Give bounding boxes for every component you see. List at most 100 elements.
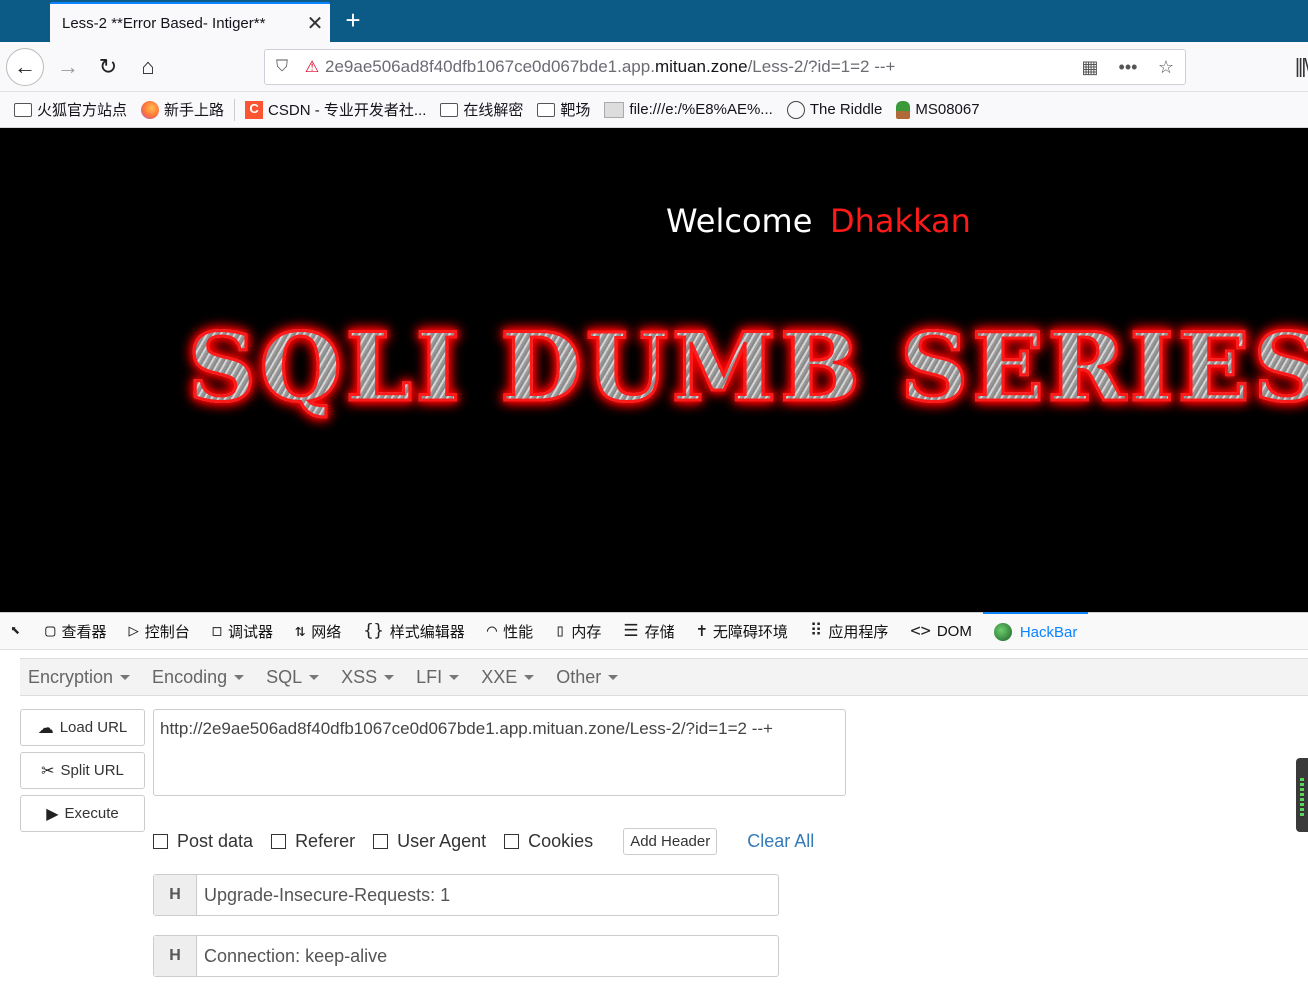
bookmark-item[interactable]: MS08067 — [896, 100, 980, 119]
checkbox-box[interactable] — [271, 834, 287, 849]
tab-console[interactable]: ▷ 控制台 — [118, 612, 201, 650]
tab-network[interactable]: ⇅ 网络 — [284, 612, 352, 650]
url-domain: mituan.zone — [654, 57, 748, 76]
tab-memory[interactable]: ▯ 内存 — [544, 612, 612, 650]
arrow-right-icon: → — [57, 54, 79, 79]
header-label: H — [154, 875, 197, 915]
bookmark-label: 火狐官方站点 — [37, 102, 128, 119]
tab-application[interactable]: ⠿ 应用程序 — [799, 612, 899, 650]
url-text[interactable]: 2e9ae506ad8f40dfb1067ce0d067bde1.app.mit… — [325, 57, 1071, 77]
tab-label: 无障碍环境 — [712, 623, 788, 641]
clear-all-link[interactable]: Clear All — [747, 831, 814, 852]
back-button[interactable]: ← — [6, 48, 44, 86]
play-circle-icon: ▶ — [46, 805, 59, 823]
checkbox-box[interactable] — [373, 834, 389, 849]
insecure-lock-icon[interactable]: ⚠ — [299, 57, 325, 77]
folder-icon — [537, 102, 556, 117]
load-url-button[interactable]: ☁ Load URL — [20, 709, 145, 746]
post-data-checkbox[interactable]: Post data — [153, 831, 253, 852]
bookmark-label: 新手上路 — [164, 102, 225, 119]
tab-label: 性能 — [503, 623, 534, 641]
checkbox-box[interactable] — [504, 834, 520, 849]
side-panel-handle[interactable] — [1296, 758, 1308, 832]
code-icon: <> — [910, 621, 931, 641]
arrow-left-icon: ← — [14, 54, 36, 79]
tab-performance[interactable]: ◠ 性能 — [476, 612, 544, 650]
button-label: Load URL — [59, 719, 128, 736]
bookmark-item[interactable]: 在线解密 — [440, 99, 523, 120]
browser-tab[interactable]: Less-2 **Error Based- Intiger** ✕ — [50, 2, 330, 42]
tab-strip: Less-2 **Error Based- Intiger** ✕ + — [0, 0, 1308, 42]
menu-label: XXE — [481, 666, 518, 687]
header-row[interactable]: H Connection: keep-alive — [153, 935, 779, 977]
caret-down-icon — [449, 674, 460, 680]
menu-xxe[interactable]: XXE — [481, 666, 535, 688]
tab-label: 查看器 — [61, 623, 107, 641]
tab-storage[interactable]: ☰ 存储 — [612, 612, 685, 650]
globe-icon — [786, 100, 805, 119]
close-icon[interactable]: ✕ — [300, 11, 330, 36]
tab-hackbar[interactable]: HackBar — [982, 612, 1089, 650]
more-actions-icon[interactable]: ••• — [1109, 57, 1147, 78]
header-row[interactable]: H Upgrade-Insecure-Requests: 1 — [153, 874, 779, 916]
split-url-button[interactable]: ✂ Split URL — [20, 752, 145, 789]
address-bar[interactable]: ⛉ ⚠ 2e9ae506ad8f40dfb1067ce0d067bde1.app… — [264, 49, 1186, 85]
button-label: Split URL — [60, 762, 124, 779]
braces-icon: {} — [363, 621, 384, 641]
bookmark-item[interactable]: The Riddle — [786, 100, 883, 119]
reload-icon: ↻ — [98, 54, 118, 79]
forward-button[interactable]: → — [50, 49, 86, 85]
accessibility-icon: ✝ — [696, 621, 707, 641]
bookmarks-toolbar: 火狐官方站点 新手上路 C CSDN - 专业开发者社... 在线解密 靶场 fi… — [0, 92, 1308, 128]
menu-lfi[interactable]: LFI — [416, 666, 460, 688]
hackbar-panel: Encryption Encoding SQL XSS LFI XXE Othe… — [0, 650, 1308, 984]
checkbox-box[interactable] — [153, 834, 168, 849]
header-value[interactable]: Upgrade-Insecure-Requests: 1 — [197, 885, 450, 906]
storage-icon: ☰ — [623, 621, 639, 641]
menu-encryption[interactable]: Encryption — [28, 667, 131, 688]
menu-sql[interactable]: SQL — [266, 667, 320, 688]
execute-button[interactable]: ▶ Execute — [20, 795, 145, 832]
hackbar-icon — [993, 623, 1012, 641]
url-textarea[interactable]: http://2e9ae506ad8f40dfb1067ce0d067bde1.… — [153, 709, 846, 796]
new-tab-button[interactable]: + — [340, 6, 366, 36]
tab-style-editor[interactable]: {} 样式编辑器 — [352, 612, 476, 650]
tab-accessibility[interactable]: ✝ 无障碍环境 — [686, 612, 799, 650]
navigation-bar: ← → ↻ ⌂ ⛉ ⚠ 2e9ae506ad8f40dfb1067ce0d067… — [0, 42, 1308, 92]
user-agent-checkbox[interactable]: User Agent — [373, 831, 486, 852]
bookmark-label: The Riddle — [809, 101, 883, 118]
gauge-icon: ◠ — [486, 621, 498, 641]
bookmark-item[interactable]: 新手上路 — [141, 99, 224, 120]
bookmark-item[interactable]: 火狐官方站点 — [14, 99, 127, 120]
tab-inspector[interactable]: ▢ 查看器 — [34, 612, 117, 650]
tab-dom[interactable]: <> DOM — [899, 612, 982, 650]
shield-icon[interactable]: ⛉ — [265, 58, 299, 76]
tab-title: Less-2 **Error Based- Intiger** — [62, 14, 266, 32]
checkbox-label: Referer — [295, 831, 356, 851]
reload-button[interactable]: ↻ — [90, 49, 126, 85]
caret-down-icon — [608, 674, 619, 680]
header-value[interactable]: Connection: keep-alive — [197, 946, 387, 967]
url-prefix: 2e9ae506ad8f40dfb1067ce0d067bde1.app. — [325, 57, 655, 76]
bookmark-item[interactable]: file:///e:/%E8%AE%... — [604, 101, 773, 118]
menu-encoding[interactable]: Encoding — [152, 667, 245, 688]
caret-down-icon — [309, 674, 320, 680]
home-button[interactable]: ⌂ — [130, 49, 166, 85]
bookmark-item[interactable]: C CSDN - 专业开发者社... — [245, 99, 426, 120]
cookies-checkbox[interactable]: Cookies — [504, 831, 593, 852]
menu-xss[interactable]: XSS — [341, 667, 395, 688]
library-icon[interactable]: |||\ — [1295, 56, 1308, 79]
request-options: Post data Referer User Agent Cookies Add… — [153, 828, 814, 855]
menu-label: LFI — [416, 666, 443, 687]
menu-other[interactable]: Other — [556, 667, 619, 688]
star-icon[interactable]: ☆ — [1147, 57, 1185, 78]
element-picker-button[interactable]: ⬉ — [0, 612, 34, 650]
csdn-icon: C — [245, 100, 264, 119]
add-header-button[interactable]: Add Header — [623, 828, 718, 855]
bookmark-item[interactable]: 靶场 — [537, 99, 590, 120]
bookmark-label: file:///e:/%E8%AE%... — [629, 101, 773, 118]
referer-checkbox[interactable]: Referer — [271, 831, 355, 852]
scissors-icon: ✂ — [41, 762, 55, 780]
qr-code-icon[interactable]: ▦ — [1071, 57, 1109, 78]
tab-debugger[interactable]: ◻ 调试器 — [201, 612, 284, 650]
